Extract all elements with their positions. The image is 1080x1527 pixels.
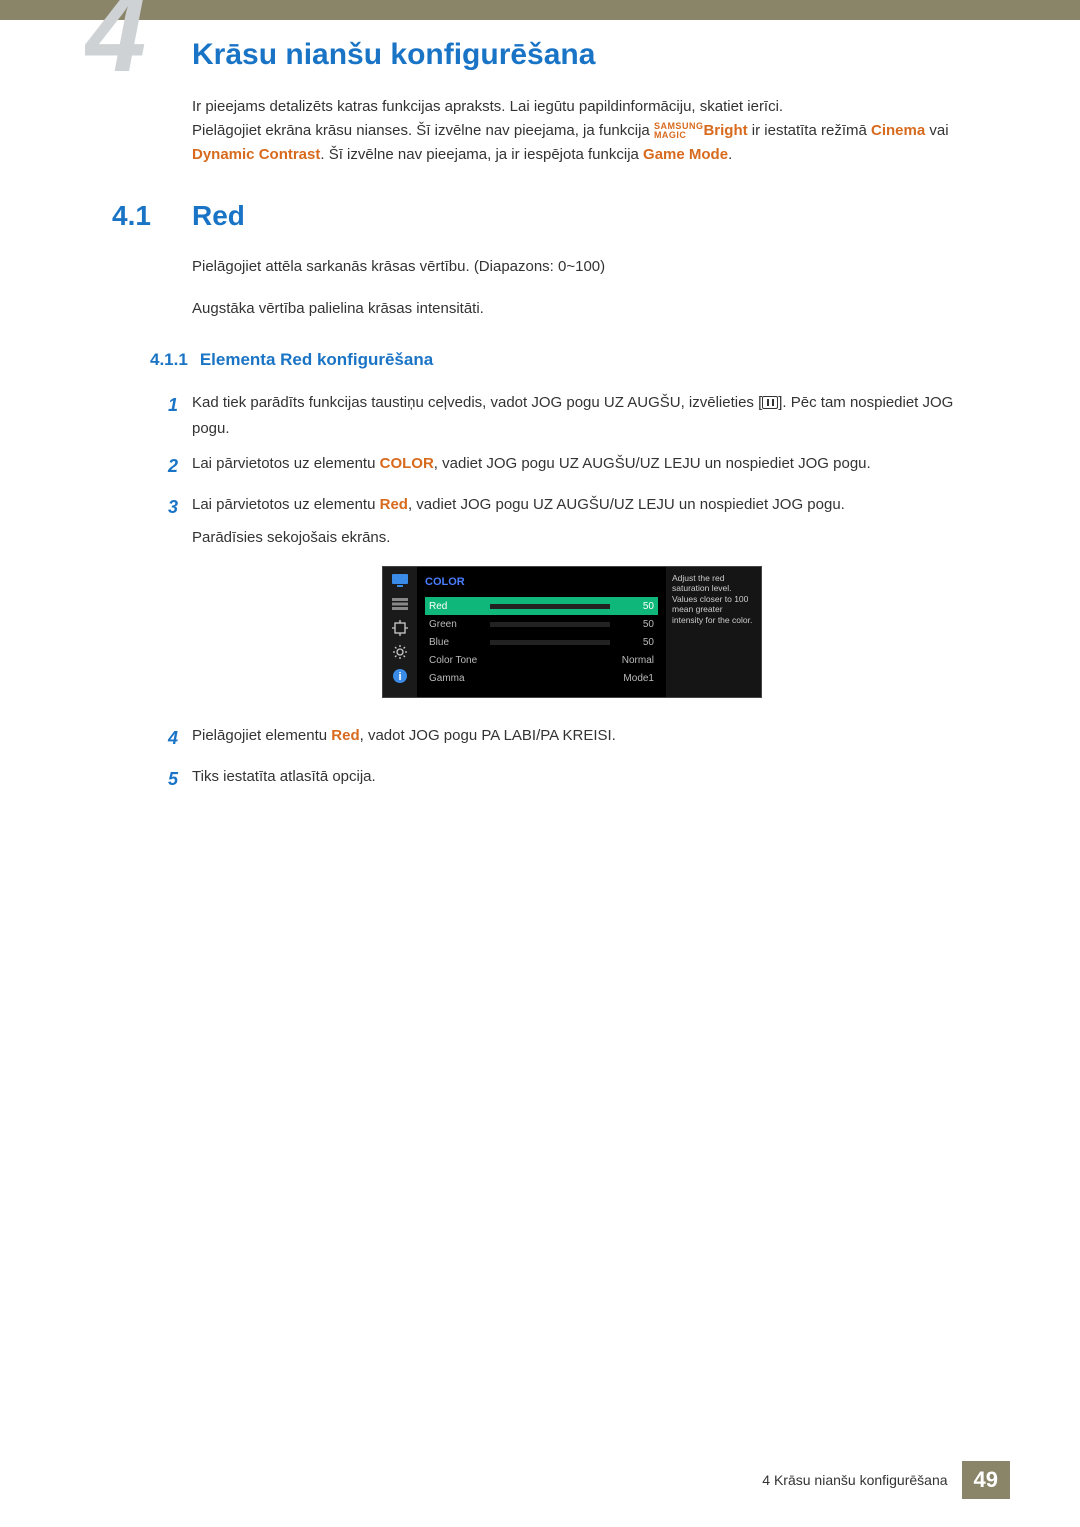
subsection: 4.1.1 Elementa Red konfigurēšana 1 Kad ti…	[150, 350, 980, 804]
intro-paragraph: Ir pieejams detalizēts katras funkcijas …	[192, 95, 975, 167]
osd-slider-track	[490, 622, 610, 627]
section-p2: Augstāka vērtība palielina krāsas intens…	[192, 297, 975, 321]
step-2: 2 Lai pārvietotos uz elementu COLOR, vad…	[150, 451, 980, 482]
section-number: 4.1	[112, 200, 151, 232]
red-label: Red	[331, 727, 359, 744]
osd-row-label: Green	[429, 616, 484, 633]
step-number: 5	[150, 764, 192, 795]
osd-row-gamma: Gamma Mode1	[425, 669, 658, 687]
step-5: 5 Tiks iestatīta atlasītā opcija.	[150, 764, 980, 795]
osd-row-label: Color Tone	[429, 652, 484, 669]
step-4: 4 Pielāgojiet elementu Red, vadot JOG po…	[150, 723, 980, 754]
cinema-label: Cinema	[871, 122, 925, 139]
osd-row-value: Mode1	[616, 670, 654, 687]
osd-row-blue: Blue 50	[425, 633, 658, 651]
osd-row-value: 50	[616, 616, 654, 633]
samsung-magic-label: SAMSUNGMAGIC	[654, 122, 704, 140]
step-text: Tiks iestatīta atlasītā opcija.	[192, 764, 980, 795]
page-number: 49	[962, 1461, 1010, 1499]
osd-row-color-tone: Color Tone Normal	[425, 651, 658, 669]
step-number: 2	[150, 451, 192, 482]
intro-line2: Pielāgojiet ekrāna krāsu nianses. Šī izv…	[192, 119, 975, 167]
osd-row-value: Normal	[616, 652, 654, 669]
gear-icon	[391, 645, 409, 659]
section-body: Pielāgojiet attēla sarkanās krāsas vērtī…	[192, 255, 975, 339]
steps-list: 1 Kad tiek parādīts funkcijas taustiņu c…	[150, 390, 980, 794]
intro-text: vai	[925, 122, 948, 139]
osd-row-value: 50	[616, 634, 654, 651]
step-text: Kad tiek parādīts funkcijas taustiņu ceļ…	[192, 390, 980, 441]
step-number: 3	[150, 492, 192, 714]
osd-row-red: Red 50	[425, 597, 658, 615]
intro-text: ir iestatīta režīmā	[748, 122, 871, 139]
intro-line1: Ir pieejams detalizēts katras funkcijas …	[192, 95, 975, 119]
step-number: 1	[150, 390, 192, 441]
osd-row-label: Gamma	[429, 670, 484, 687]
monitor-icon	[391, 573, 409, 587]
step-text: Pielāgojiet elementu Red, vadot JOG pogu…	[192, 723, 980, 754]
step-3-note: Parādīsies sekojošais ekrāns.	[192, 525, 980, 551]
osd-main-panel: COLOR Red 50 Green 50 Blue 50 Color Tone Normal…	[417, 567, 666, 698]
list-icon	[391, 597, 409, 611]
osd-help-text: Adjust the red saturation level. Values …	[666, 567, 761, 698]
subsection-heading: 4.1.1 Elementa Red konfigurēšana	[150, 350, 980, 370]
intro-text: . Šī izvēlne nav pieejama, ja ir iespējo…	[320, 146, 643, 163]
game-mode-label: Game Mode	[643, 146, 728, 163]
info-icon: i	[391, 669, 409, 683]
section-p1: Pielāgojiet attēla sarkanās krāsas vērtī…	[192, 255, 975, 279]
footer-chapter-label: 4 Krāsu nianšu konfigurēšana	[762, 1472, 947, 1488]
step-number: 4	[150, 723, 192, 754]
osd-screenshot: i COLOR Red 50 Green 50 Blue 50 Color Tone Norm…	[382, 566, 980, 699]
osd-row-label: Blue	[429, 634, 484, 651]
menu-icon	[762, 396, 778, 409]
color-label: COLOR	[380, 455, 434, 472]
subsection-number: 4.1.1	[150, 350, 188, 369]
intro-text: Pielāgojiet ekrāna krāsu nianses. Šī izv…	[192, 122, 654, 139]
osd-slider-track	[490, 640, 610, 645]
step-text: Lai pārvietotos uz elementu Red, vadiet …	[192, 492, 980, 714]
chapter-number-watermark: 4	[85, 0, 205, 75]
osd-row-label: Red	[429, 598, 484, 615]
chapter-title: Krāsu nianšu konfigurēšana	[192, 38, 595, 72]
osd-title: COLOR	[425, 573, 658, 592]
step-3: 3 Lai pārvietotos uz elementu Red, vadie…	[150, 492, 980, 714]
section-title: Red	[192, 200, 245, 232]
osd-row-green: Green 50	[425, 615, 658, 633]
bright-label: Bright	[703, 122, 747, 139]
red-label: Red	[380, 496, 408, 513]
osd-sidebar: i	[383, 567, 417, 698]
intro-text: .	[728, 146, 732, 163]
step-1: 1 Kad tiek parādīts funkcijas taustiņu c…	[150, 390, 980, 441]
footer: 4 Krāsu nianšu konfigurēšana 49	[762, 1461, 1010, 1499]
subsection-title: Elementa Red konfigurēšana	[200, 350, 433, 369]
svg-text:i: i	[398, 671, 401, 683]
dynamic-contrast-label: Dynamic Contrast	[192, 146, 320, 163]
resize-icon	[391, 621, 409, 635]
step-text: Lai pārvietotos uz elementu COLOR, vadie…	[192, 451, 980, 482]
osd-row-value: 50	[616, 598, 654, 615]
osd-slider-track	[490, 604, 610, 609]
